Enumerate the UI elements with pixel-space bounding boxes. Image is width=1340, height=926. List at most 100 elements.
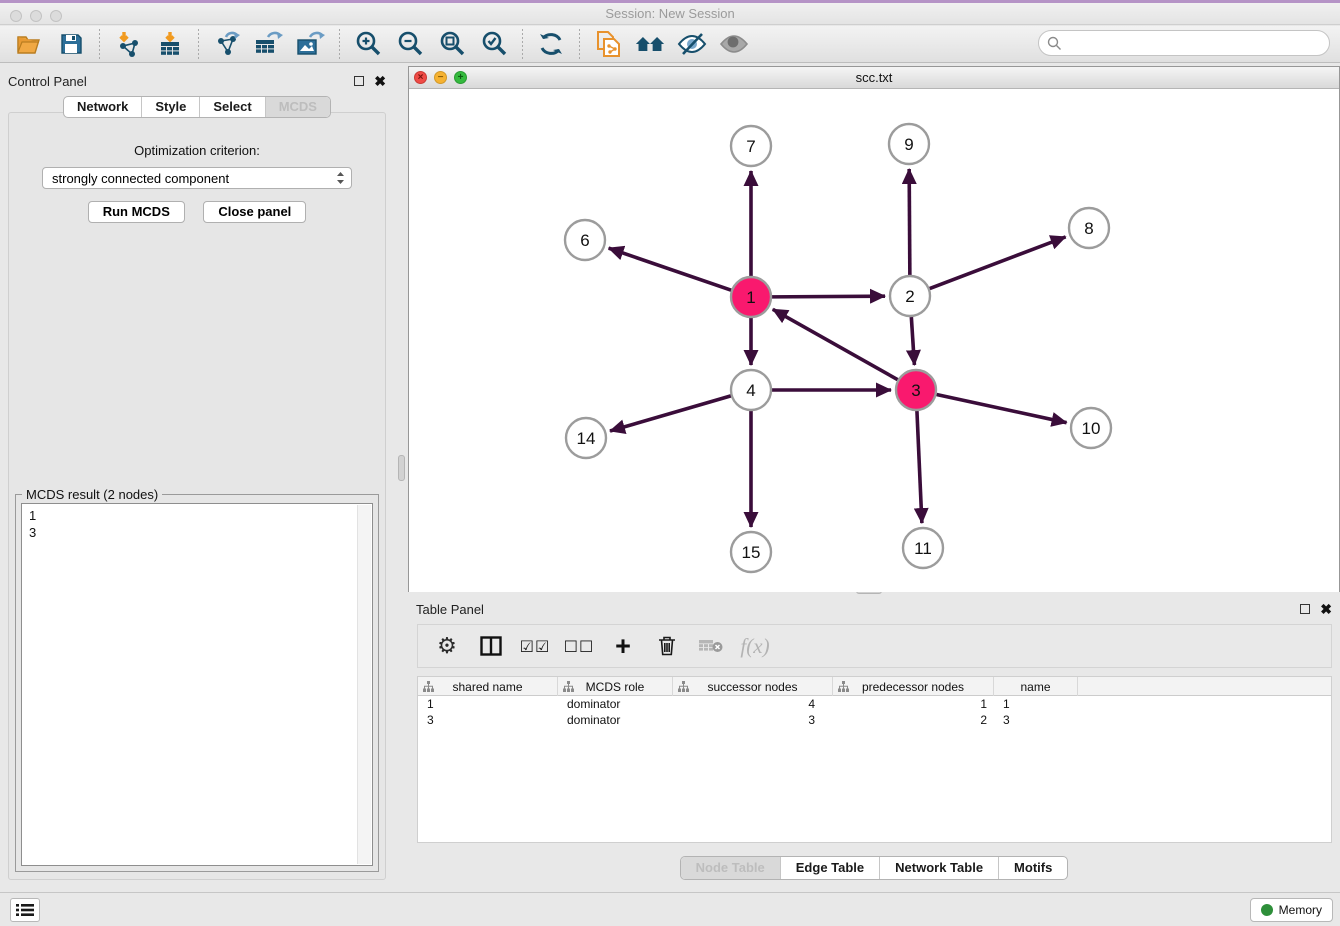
search-input[interactable] [1062, 36, 1312, 51]
run-mcds-button[interactable]: Run MCDS [88, 201, 185, 223]
edge-3-11[interactable] [917, 411, 922, 523]
table-cell[interactable]: 3 [673, 712, 833, 728]
table-cell[interactable]: 2 [833, 712, 994, 728]
mcds-result-textarea[interactable]: 1 3 [21, 503, 373, 866]
table-cell[interactable]: 1 [994, 696, 1078, 712]
close-panel-button[interactable]: Close panel [203, 201, 306, 223]
apply-function-icon[interactable]: f(x) [738, 629, 772, 663]
search-box[interactable] [1038, 30, 1330, 56]
graph-node-6[interactable]: 6 [565, 220, 605, 260]
zoom-selected-icon[interactable] [479, 29, 509, 59]
svg-text:10: 10 [1082, 419, 1101, 438]
svg-text:11: 11 [914, 539, 932, 558]
edge-4-14[interactable] [610, 396, 731, 431]
table-cell[interactable]: dominator [558, 696, 673, 712]
table-cell[interactable]: 1 [833, 696, 994, 712]
graph-node-2[interactable]: 2 [890, 276, 930, 316]
node-table[interactable]: shared nameMCDS rolesuccessor nodesprede… [417, 676, 1332, 843]
graph-node-11[interactable]: 11 [903, 528, 943, 568]
zoom-fit-icon[interactable] [437, 29, 467, 59]
import-network-icon[interactable] [113, 29, 143, 59]
control-panel-close-icon[interactable]: ✖ [374, 76, 386, 86]
hide-selected-icon[interactable] [677, 29, 707, 59]
edge-3-1[interactable] [773, 309, 898, 379]
graph-node-4[interactable]: 4 [731, 370, 771, 410]
vertical-splitter-handle[interactable] [398, 455, 405, 481]
create-column-icon[interactable]: + [606, 629, 640, 663]
tab-network[interactable]: Network [64, 97, 141, 117]
export-table-icon[interactable] [254, 29, 284, 59]
show-all-icon[interactable] [719, 29, 749, 59]
table-row[interactable]: 3dominator323 [418, 712, 1331, 728]
control-panel-tabs: NetworkStyleSelectMCDS [63, 96, 331, 118]
toolbar-separator [339, 29, 340, 59]
tab-style[interactable]: Style [141, 97, 199, 117]
tab-edge-table[interactable]: Edge Table [780, 857, 879, 879]
graph-node-7[interactable]: 7 [731, 126, 771, 166]
tab-node-table[interactable]: Node Table [681, 857, 780, 879]
network-window-titlebar[interactable]: × − + scc.txt [409, 67, 1339, 89]
edge-3-10[interactable] [937, 394, 1067, 422]
column-header-shared-name[interactable]: shared name [418, 677, 558, 696]
svg-text:7: 7 [746, 137, 755, 156]
table-cell[interactable]: 1 [418, 696, 558, 712]
split-table-view-icon[interactable] [474, 629, 508, 663]
edge-2-9[interactable] [909, 169, 910, 275]
table-cell[interactable]: dominator [558, 712, 673, 728]
export-network-icon[interactable] [212, 29, 242, 59]
edge-2-3[interactable] [911, 317, 914, 365]
deselect-all-columns-icon[interactable]: ☐☐ [562, 629, 596, 663]
graph-node-1[interactable]: 1 [731, 277, 771, 317]
export-image-icon[interactable] [296, 29, 326, 59]
duplicate-network-icon[interactable] [593, 29, 623, 59]
table-cell[interactable]: 4 [673, 696, 833, 712]
memory-button[interactable]: Memory [1250, 898, 1333, 922]
table-panel-close-icon[interactable]: ✖ [1320, 604, 1332, 614]
criterion-select[interactable]: strongly connected component [42, 167, 352, 189]
open-session-icon[interactable] [14, 29, 44, 59]
graph-node-9[interactable]: 9 [889, 124, 929, 164]
table-options-gear-icon[interactable]: ⚙ [430, 629, 464, 663]
table-cell[interactable]: 3 [994, 712, 1078, 728]
mcds-result-title: MCDS result (2 nodes) [22, 487, 162, 502]
refresh-view-icon[interactable] [536, 29, 566, 59]
tab-motifs[interactable]: Motifs [998, 857, 1067, 879]
column-header-predecessor-nodes[interactable]: predecessor nodes [833, 677, 994, 696]
tab-network-table[interactable]: Network Table [879, 857, 998, 879]
control-panel-title: Control Panel [8, 74, 354, 89]
edge-1-6[interactable] [609, 248, 731, 290]
zoom-in-icon[interactable] [353, 29, 383, 59]
task-history-button[interactable] [10, 898, 40, 922]
table-cell[interactable]: 3 [418, 712, 558, 728]
mcds-result-group: MCDS result (2 nodes) 1 3 [15, 494, 379, 872]
delete-table-icon[interactable] [694, 629, 728, 663]
edge-1-2[interactable] [772, 296, 885, 297]
first-neighbors-icon[interactable] [635, 29, 665, 59]
network-canvas[interactable]: 7 9 6 8 1 2 4 3 14 10 15 11 [409, 89, 1339, 592]
toolbar-separator [99, 29, 100, 59]
tab-mcds[interactable]: MCDS [265, 97, 330, 117]
control-panel: Control Panel ✖ NetworkStyleSelectMCDS O… [0, 68, 394, 884]
list-icon [16, 903, 34, 917]
tab-select[interactable]: Select [199, 97, 264, 117]
delete-columns-icon[interactable] [650, 629, 684, 663]
save-session-icon[interactable] [56, 29, 86, 59]
column-header-MCDS-role[interactable]: MCDS role [558, 677, 673, 696]
column-header-successor-nodes[interactable]: successor nodes [673, 677, 833, 696]
column-header-name[interactable]: name [994, 677, 1078, 696]
table-row[interactable]: 1dominator411 [418, 696, 1331, 712]
memory-status-dot-icon [1261, 904, 1273, 916]
zoom-out-icon[interactable] [395, 29, 425, 59]
control-panel-float-icon[interactable] [354, 76, 364, 86]
graph-node-14[interactable]: 14 [566, 418, 606, 458]
graph-node-10[interactable]: 10 [1071, 408, 1111, 448]
table-panel-float-icon[interactable] [1300, 604, 1310, 614]
result-scrollbar[interactable] [357, 505, 371, 864]
import-table-icon[interactable] [155, 29, 185, 59]
graph-node-15[interactable]: 15 [731, 532, 771, 572]
app-title: Session: New Session [0, 6, 1340, 21]
graph-node-8[interactable]: 8 [1069, 208, 1109, 248]
edge-2-8[interactable] [930, 237, 1066, 289]
select-all-columns-icon[interactable]: ☑☑ [518, 629, 552, 663]
graph-node-3[interactable]: 3 [896, 370, 936, 410]
